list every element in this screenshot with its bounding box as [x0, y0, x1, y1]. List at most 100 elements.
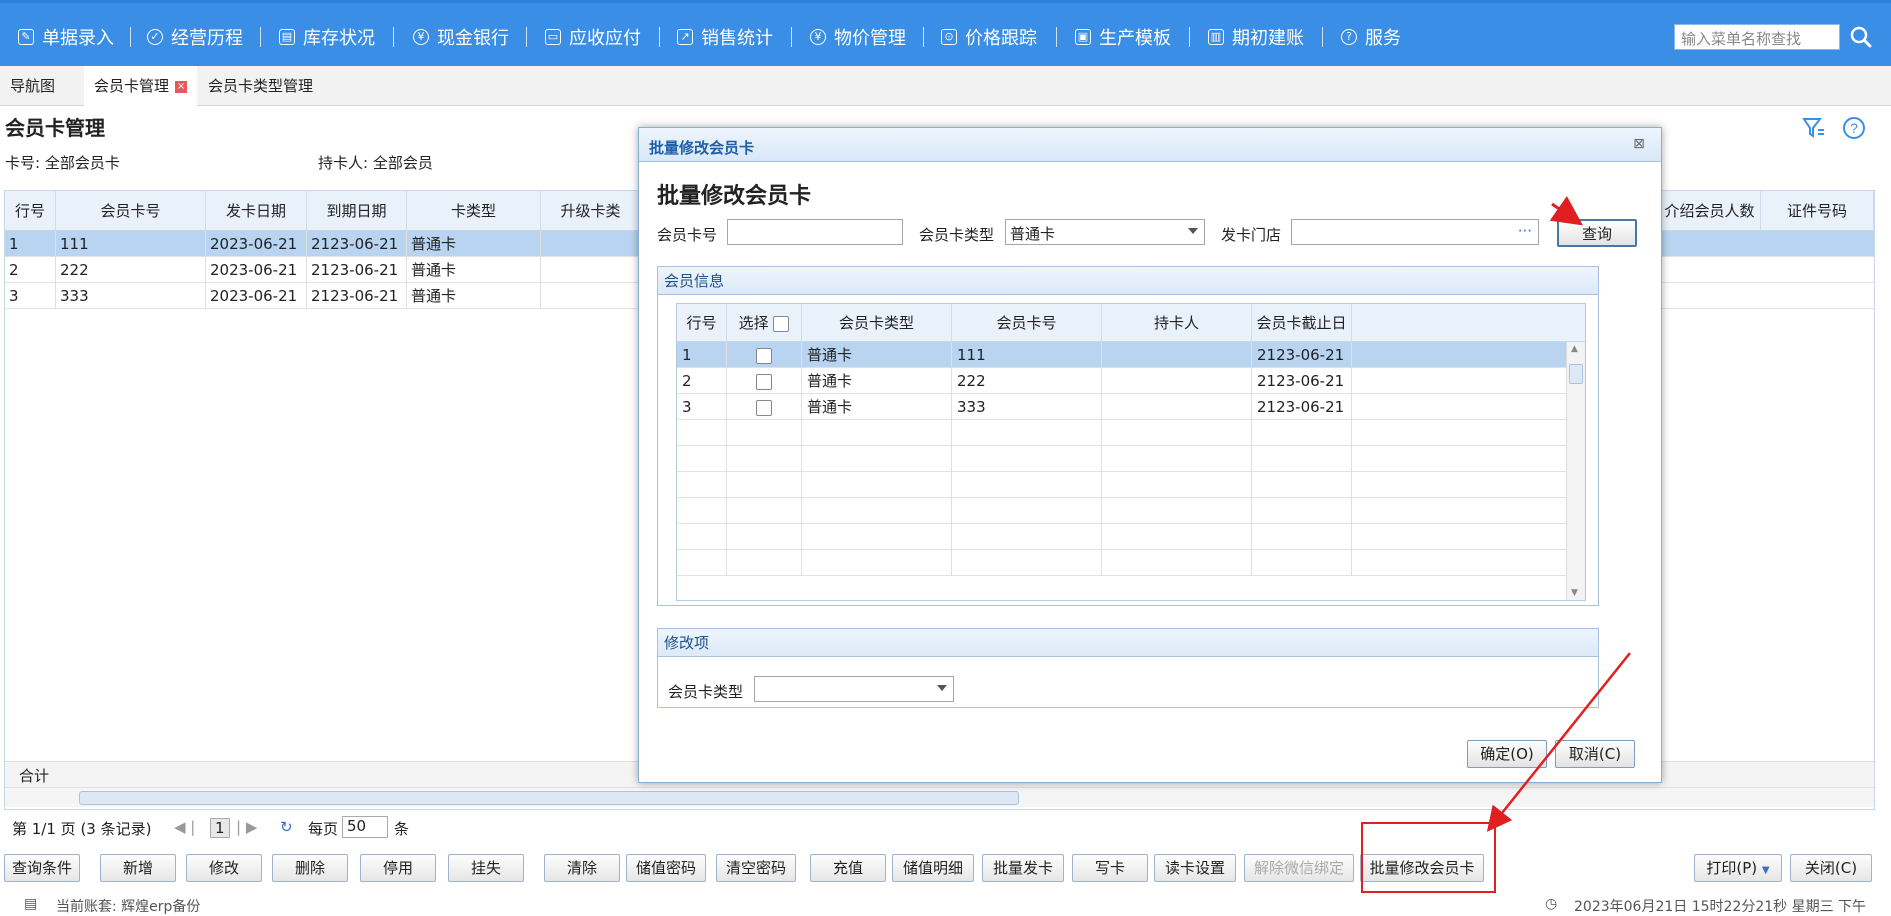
refresh-icon[interactable]: ↻: [280, 818, 293, 836]
per-page-input[interactable]: 50: [342, 816, 388, 838]
recharge-button[interactable]: 充值: [810, 854, 886, 882]
card-reader-settings-button[interactable]: 读卡设置: [1154, 854, 1236, 882]
nav-item-cash-bank[interactable]: ¥ 现金银行: [413, 25, 509, 49]
col-header[interactable]: 持卡人: [1102, 304, 1252, 342]
col-header[interactable]: 卡类型: [407, 191, 541, 231]
stored-value-password-button[interactable]: 储值密码: [626, 854, 706, 882]
write-card-button[interactable]: 写卡: [1072, 854, 1148, 882]
col-header-select[interactable]: 选择: [727, 304, 802, 342]
per-page-label: 每页: [308, 820, 339, 838]
tab-navigation-map[interactable]: 导航图: [0, 66, 65, 106]
next-page-icon[interactable]: | ▶: [236, 818, 257, 836]
filter-holder: 持卡人: 全部会员: [318, 154, 433, 172]
check-circle-icon: ✓: [147, 29, 163, 45]
menu-search-input[interactable]: 输入菜单名称查找: [1674, 24, 1840, 50]
current-account: 当前账套: 辉煌erp备份: [56, 899, 201, 915]
empty-row: [677, 472, 1567, 498]
inner-grid-header: 行号 选择 会员卡类型 会员卡号 持卡人 会员卡截止日: [677, 304, 1585, 342]
add-button[interactable]: 新增: [100, 854, 176, 882]
total-label: 合计: [19, 767, 50, 785]
store-label: 发卡门店: [1221, 226, 1282, 244]
search-icon[interactable]: [1848, 24, 1874, 50]
clear-password-button[interactable]: 清空密码: [716, 854, 796, 882]
edit-button[interactable]: 修改: [186, 854, 262, 882]
col-header[interactable]: 介绍会员人数: [1659, 191, 1761, 231]
cancel-button[interactable]: 取消(C): [1555, 740, 1635, 768]
table-row[interactable]: 2 普通卡 222 2123-06-21: [677, 368, 1567, 394]
tab-bar: 导航图 会员卡管理 × 会员卡类型管理: [0, 66, 1891, 106]
pager: 第 1/1 页 (3 条记录) ◀ | 1 | ▶ ↻ 每页 50 条: [4, 812, 1875, 842]
col-header[interactable]: 会员卡号: [56, 191, 206, 231]
pager-summary: 第 1/1 页 (3 条记录): [12, 820, 152, 838]
col-header[interactable]: 会员卡号: [952, 304, 1102, 342]
tab-member-card-type-mgmt[interactable]: 会员卡类型管理: [198, 66, 323, 106]
dialog-titlebar[interactable]: 批量修改会员卡 ⊠: [639, 128, 1661, 162]
row-checkbox[interactable]: [756, 347, 772, 364]
table-row[interactable]: 1 普通卡 111 2123-06-21: [677, 342, 1567, 368]
scroll-up-icon[interactable]: ▲: [1571, 344, 1578, 354]
clear-button[interactable]: 清除: [544, 854, 620, 882]
stored-value-detail-button[interactable]: 储值明细: [892, 854, 974, 882]
chart-icon: ↗: [677, 29, 693, 45]
select-all-checkbox[interactable]: [773, 315, 790, 332]
more-icon[interactable]: ···: [1518, 222, 1532, 240]
help-icon[interactable]: ?: [1842, 116, 1866, 140]
scrollbar-thumb[interactable]: [1569, 364, 1583, 384]
tab-member-card-mgmt[interactable]: 会员卡管理 ×: [84, 66, 198, 106]
nav-item-service[interactable]: ? 服务: [1341, 25, 1401, 49]
delete-button[interactable]: 删除: [272, 854, 348, 882]
page-number[interactable]: 1: [210, 818, 230, 838]
scroll-down-icon[interactable]: ▼: [1571, 588, 1578, 598]
close-button[interactable]: 关闭(C): [1790, 854, 1872, 882]
col-header[interactable]: 会员卡截止日: [1252, 304, 1352, 342]
nav-item-sales-stats[interactable]: ↗ 销售统计: [677, 25, 773, 49]
col-header[interactable]: 升级卡类: [541, 191, 641, 231]
vertical-scrollbar[interactable]: ▲ ▼: [1566, 342, 1585, 600]
query-button[interactable]: 查询: [1557, 219, 1637, 247]
nav-item-history[interactable]: ✓ 经营历程: [147, 25, 243, 49]
col-header[interactable]: 行号: [677, 304, 727, 342]
empty-row: [677, 446, 1567, 472]
yen-icon: ¥: [810, 29, 826, 45]
member-info-grid: 行号 选择 会员卡类型 会员卡号 持卡人 会员卡截止日 1 普通卡 111 21…: [676, 303, 1586, 601]
batch-issue-button[interactable]: 批量发卡: [982, 854, 1064, 882]
nav-item-opening-ledger[interactable]: ▥ 期初建账: [1208, 25, 1304, 49]
ok-button[interactable]: 确定(O): [1467, 740, 1547, 768]
table-row[interactable]: 3 普通卡 333 2123-06-21: [677, 394, 1567, 420]
card-type-label: 会员卡类型: [919, 226, 995, 244]
modify-card-type-select[interactable]: [754, 676, 954, 702]
calendar-icon: ▤: [279, 29, 295, 45]
row-checkbox[interactable]: [756, 399, 772, 416]
card-type-select[interactable]: 普通卡: [1005, 219, 1205, 245]
close-icon[interactable]: ⊠: [1631, 136, 1647, 152]
disable-button[interactable]: 停用: [360, 854, 436, 882]
prev-page-icon[interactable]: ◀ |: [174, 818, 195, 836]
report-loss-button[interactable]: 挂失: [448, 854, 524, 882]
nav-item-receivable[interactable]: ▭ 应收应付: [545, 25, 641, 49]
nav-item-price-tracking[interactable]: ⊙ 价格跟踪: [941, 25, 1037, 49]
filter-icon[interactable]: [1802, 116, 1826, 140]
nav-item-entry[interactable]: ✎ 单据录入: [18, 25, 114, 49]
col-header[interactable]: 证件号码: [1761, 191, 1874, 231]
col-header[interactable]: 会员卡类型: [802, 304, 952, 342]
horizontal-scrollbar[interactable]: [5, 787, 1874, 807]
scrollbar-thumb[interactable]: [79, 791, 1019, 805]
query-conditions-button[interactable]: 查询条件: [4, 854, 80, 882]
print-button[interactable]: 打印(P) ▼: [1694, 854, 1782, 882]
member-info-panel-title: 会员信息: [658, 267, 1598, 295]
nav-item-inventory[interactable]: ▤ 库存状况: [279, 25, 375, 49]
dialog-title: 批量修改会员卡: [649, 139, 755, 157]
row-checkbox[interactable]: [756, 373, 772, 390]
col-header[interactable]: 行号: [5, 191, 56, 231]
empty-row: [677, 524, 1567, 550]
card-no-input[interactable]: [727, 219, 903, 245]
store-input[interactable]: ···: [1291, 219, 1539, 245]
col-header[interactable]: 发卡日期: [206, 191, 307, 231]
nav-item-price-mgmt[interactable]: ¥ 物价管理: [810, 25, 906, 49]
filter-card: 卡号: 全部会员卡: [5, 154, 120, 172]
close-icon[interactable]: ×: [175, 80, 188, 93]
col-header[interactable]: 到期日期: [307, 191, 407, 231]
nav-item-production-template[interactable]: ▣ 生产模板: [1075, 25, 1171, 49]
document-icon: ▭: [545, 29, 561, 45]
modify-items-panel-title: 修改项: [658, 629, 1598, 657]
